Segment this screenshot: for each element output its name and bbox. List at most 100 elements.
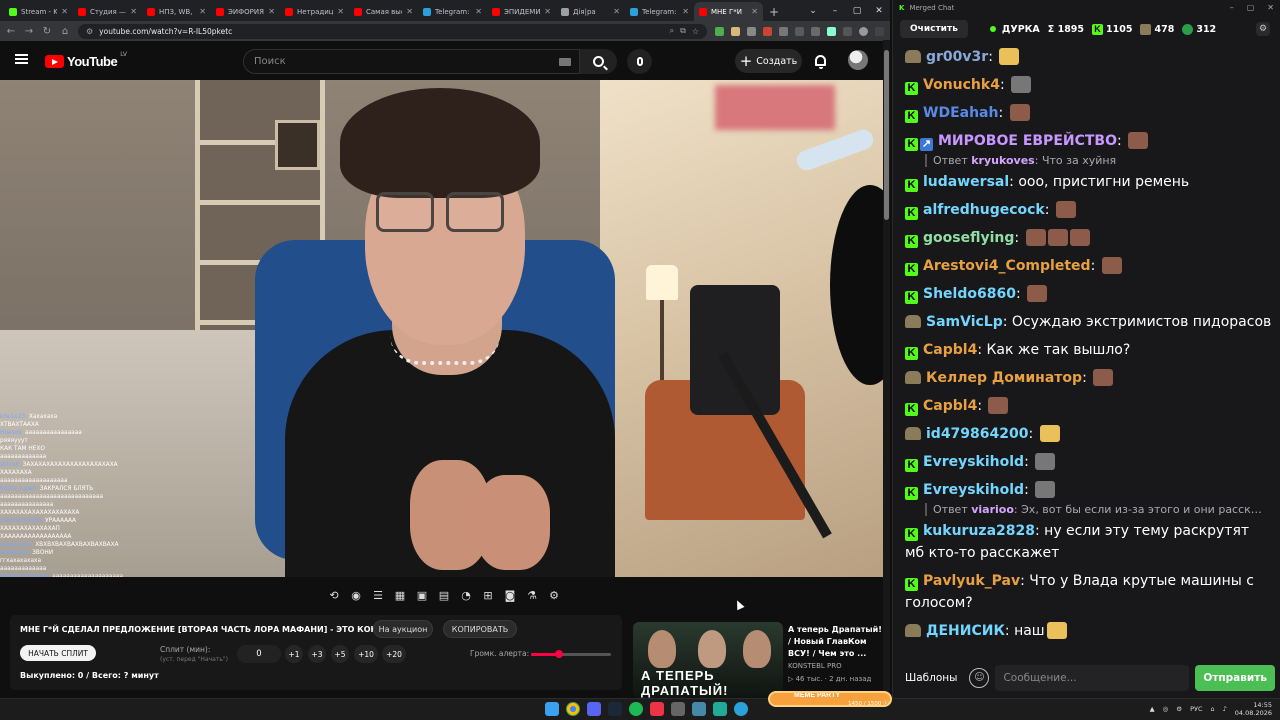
tab-close-icon[interactable]: ✕ bbox=[268, 7, 275, 16]
page-scrollbar[interactable] bbox=[883, 40, 890, 698]
chat-message[interactable]: Kkukuruza2828: ну если эту тему раскрутя… bbox=[905, 520, 1260, 564]
gear-icon[interactable]: ⚙ bbox=[545, 587, 563, 603]
tab-close-icon[interactable]: ✕ bbox=[613, 7, 620, 16]
close-button[interactable]: ✕ bbox=[1267, 3, 1274, 12]
tab-close-icon[interactable]: ✕ bbox=[337, 7, 344, 16]
minimize-button[interactable]: – bbox=[1230, 3, 1234, 12]
tab-close-icon[interactable]: ✕ bbox=[682, 7, 689, 16]
chat-message[interactable]: id479864200: bbox=[905, 423, 1273, 445]
loop-icon[interactable]: ⟲ bbox=[325, 587, 343, 603]
browser-tab[interactable]: Нетрадици✕ bbox=[280, 2, 349, 21]
chat-username[interactable]: Sheldo6860 bbox=[923, 286, 1016, 302]
chat-message[interactable]: Kludawersal: ооо, пристигни ремень bbox=[905, 171, 1273, 193]
chat-message[interactable]: gr00v3r: bbox=[905, 46, 1273, 68]
omnibox[interactable]: ⚙ youtube.com/watch?v=R-IL50pketc ⌕ ⧉ ☆ bbox=[78, 23, 707, 39]
chat-username[interactable]: Evreyskihold bbox=[923, 454, 1024, 470]
chat-username[interactable]: WDEahah bbox=[923, 105, 998, 121]
browser-tab[interactable]: Telegram: V ✕ bbox=[625, 2, 694, 21]
chat-message[interactable]: K Capbl4: bbox=[905, 395, 1273, 417]
chat-username[interactable]: Vonuchk4 bbox=[923, 77, 1000, 93]
chat-message[interactable]: K Capbl4: Как же так вышло? bbox=[905, 339, 1273, 361]
chat-username[interactable]: alfredhugecock bbox=[923, 202, 1045, 218]
youtube-logo[interactable]: YouTube LV bbox=[45, 51, 127, 69]
recommended-title[interactable]: А теперь Драпатый! / Новый ГлавКом ВСУ! … bbox=[788, 624, 883, 660]
notifications-bell-icon[interactable] bbox=[815, 55, 826, 69]
chat-username[interactable]: МИРОВОЕ ЕВРЕЙСТВО bbox=[938, 133, 1117, 149]
chat-username[interactable]: gooseflying bbox=[923, 230, 1014, 246]
audio-icon[interactable]: ◉ bbox=[347, 587, 365, 603]
tab-close-icon[interactable]: ✕ bbox=[406, 7, 413, 16]
send-button[interactable]: Отправить bbox=[1195, 665, 1275, 691]
start-split-button[interactable]: НАЧАТЬ СПЛИТ bbox=[20, 645, 96, 661]
add-icon[interactable]: ⊞ bbox=[479, 587, 497, 603]
browser-tab[interactable]: Самая выс ✕ bbox=[349, 2, 418, 21]
chat-username[interactable]: kukuruza2828 bbox=[923, 523, 1035, 539]
chat-message[interactable]: K Arestovi4_Completed: bbox=[905, 255, 1273, 277]
chat-message[interactable]: K Evreyskihold: bbox=[905, 451, 1273, 473]
chat-message[interactable]: K Pavlyuk_Pav: Что у Влада крутые машины … bbox=[905, 570, 1260, 614]
browser-tab[interactable]: ЭПИДЕМИ ✕ bbox=[487, 2, 556, 21]
emoji-icon[interactable]: ☺ bbox=[969, 668, 990, 688]
pip-icon[interactable]: ▣ bbox=[413, 587, 431, 603]
chat-username[interactable]: SamVicLp bbox=[926, 314, 1003, 330]
chat-username[interactable]: Келлер Доминатор bbox=[926, 370, 1082, 386]
reply-preview[interactable]: Ответ kryukoves: Что за хуйня bbox=[925, 154, 1265, 167]
volume-icon[interactable]: ♪ bbox=[1223, 705, 1227, 713]
extension-icon[interactable] bbox=[731, 26, 740, 36]
tab-search-icon[interactable]: ⌄ bbox=[802, 0, 824, 21]
app-icon[interactable] bbox=[713, 702, 727, 716]
chat-message[interactable]: Kgooseflying: bbox=[905, 227, 1273, 249]
clear-button[interactable]: Очистить bbox=[900, 20, 968, 38]
chat-username[interactable]: Evreyskihold bbox=[923, 482, 1024, 498]
discord-icon[interactable] bbox=[587, 702, 601, 716]
forward-icon[interactable]: → bbox=[24, 26, 34, 37]
film-icon[interactable]: ▤ bbox=[435, 587, 453, 603]
tray-icon[interactable]: ◎ bbox=[1163, 705, 1169, 713]
spotify-icon[interactable] bbox=[629, 702, 643, 716]
chat-username[interactable]: id479864200 bbox=[926, 426, 1029, 442]
chat-message[interactable]: SamVicLp: Осуждаю экстримистов пидорасов bbox=[905, 311, 1273, 333]
auction-button[interactable]: На аукцион bbox=[373, 620, 433, 638]
install-icon[interactable]: ⧉ bbox=[680, 26, 686, 36]
chat-message[interactable]: K Vonuchk4: bbox=[905, 74, 1273, 96]
playlist-icon[interactable]: ☰ bbox=[369, 587, 387, 603]
menu-dots-icon[interactable] bbox=[875, 26, 884, 36]
home-icon[interactable]: ⌂ bbox=[60, 26, 70, 37]
menu-icon[interactable] bbox=[15, 54, 28, 64]
tab-close-icon[interactable]: ✕ bbox=[199, 7, 206, 16]
browser-tab[interactable]: НПЗ, WB, Ч ✕ bbox=[142, 2, 211, 21]
video-player[interactable]: khe1x23: Хахахаха ХТВАХТААХА Huesos: аааа… bbox=[0, 80, 884, 577]
tray-icon[interactable]: ⚙ bbox=[1176, 705, 1182, 713]
chat-message[interactable]: Kalfredhugecock: bbox=[905, 199, 1273, 221]
chat-username[interactable]: Arestovi4_Completed bbox=[923, 258, 1091, 274]
chat-message[interactable]: K ↗ МИРОВОЕ ЕВРЕЙСТВО: bbox=[905, 130, 1273, 152]
reload-icon[interactable]: ↻ bbox=[42, 26, 52, 37]
avatar[interactable] bbox=[848, 50, 868, 70]
new-tab-button[interactable]: + bbox=[763, 2, 785, 21]
extension-icon[interactable] bbox=[763, 26, 772, 36]
recommended-video[interactable]: А ТЕПЕРЬ ДРАПАТЫЙ! А теперь Драпатый! / … bbox=[633, 622, 883, 698]
message-input[interactable]: Сообщение... bbox=[995, 665, 1190, 691]
tab-close-icon[interactable]: ✕ bbox=[475, 7, 482, 16]
extension-icon[interactable] bbox=[827, 26, 836, 36]
download-icon[interactable] bbox=[811, 26, 820, 36]
clock[interactable]: 14:55 04.08.2026 bbox=[1235, 701, 1272, 717]
copy-button[interactable]: КОПИРОВАТЬ bbox=[443, 620, 517, 638]
scrollbar-thumb[interactable] bbox=[884, 50, 889, 220]
flask-icon[interactable]: ⚗ bbox=[523, 587, 541, 603]
search-input[interactable]: Поиск bbox=[243, 49, 580, 74]
browser-tab[interactable]: Stream - Ki ✕ bbox=[4, 2, 73, 21]
bookmark-star-icon[interactable]: ☆ bbox=[692, 27, 699, 36]
chat-message[interactable]: Келлер Доминатор: bbox=[905, 367, 1273, 389]
app-icon[interactable] bbox=[692, 702, 706, 716]
browser-tab[interactable]: Студия — Y ✕ bbox=[73, 2, 142, 21]
browser-tab[interactable]: МНЕ Г*Й ✕ bbox=[694, 2, 763, 21]
split-input[interactable]: 0 bbox=[237, 645, 281, 663]
search-button[interactable] bbox=[580, 49, 617, 74]
chat-username[interactable]: Capbl4 bbox=[923, 398, 977, 414]
recommended-channel[interactable]: KONSTEBL PRO bbox=[788, 662, 842, 670]
clapper-icon[interactable]: ▦ bbox=[391, 587, 409, 603]
chrome-icon[interactable] bbox=[566, 702, 580, 716]
profile-icon[interactable] bbox=[859, 26, 868, 36]
tab-close-icon[interactable]: ✕ bbox=[61, 7, 68, 16]
